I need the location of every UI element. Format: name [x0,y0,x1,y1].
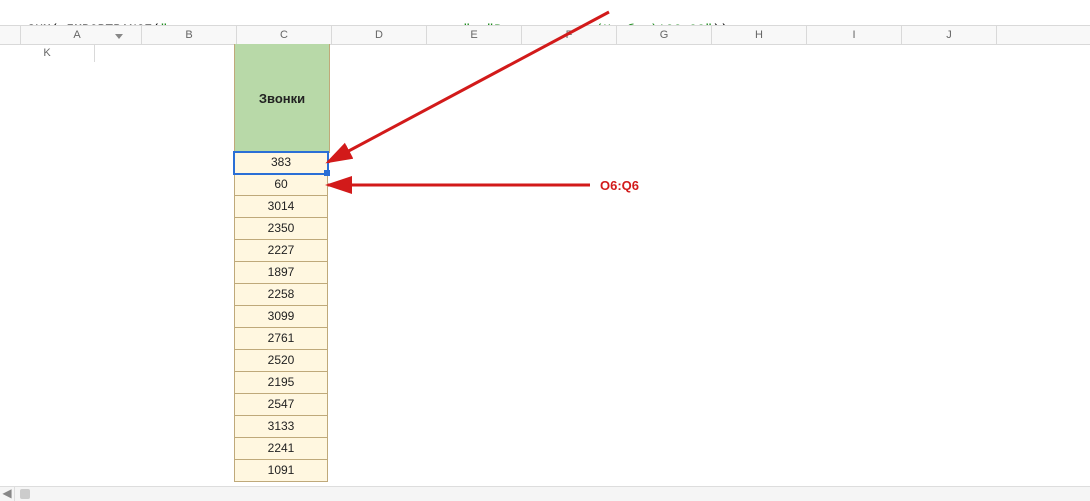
table-row[interactable]: 2258 [234,284,328,306]
table-row[interactable]: 2241 [234,438,328,460]
table-row[interactable]: 2547 [234,394,328,416]
table-row[interactable]: 3099 [234,306,328,328]
selection-handle[interactable] [324,170,330,176]
table-row[interactable]: 2195 [234,372,328,394]
column-header-e[interactable]: E [427,26,522,44]
column-header-a[interactable]: A [21,26,142,44]
table-row[interactable]: 1897 [234,262,328,284]
filter-dropdown-icon[interactable] [115,34,123,39]
data-column: 3836030142350222718972258309927612520219… [234,152,328,482]
column-header-c[interactable]: C [237,26,332,44]
table-row[interactable]: 3133 [234,416,328,438]
column-header-d[interactable]: D [332,26,427,44]
annotation-lines [0,0,1090,501]
table-row[interactable]: 2227 [234,240,328,262]
scroll-thumb[interactable] [20,489,30,499]
column-header-b[interactable]: B [142,26,237,44]
column-header-j[interactable]: J [902,26,997,44]
column-headers: ABCDEFGHIJK [0,25,1090,45]
data-column-header-label: Звонки [259,91,305,106]
column-header-i[interactable]: I [807,26,902,44]
data-column-header[interactable]: Звонки [234,44,330,153]
table-row[interactable]: 2520 [234,350,328,372]
formula-bar[interactable]: =SUM( IMPORTRANGE("", "Все контакты (Ноя… [4,3,728,21]
table-row[interactable]: 3014 [234,196,328,218]
table-row[interactable]: 2761 [234,328,328,350]
row-gutter [0,26,21,44]
column-header-f[interactable]: F [522,26,617,44]
table-row[interactable]: 383 [234,152,328,174]
scroll-left-button[interactable]: ◀ [0,487,15,501]
table-row[interactable]: 60 [234,174,328,196]
column-header-k[interactable]: K [0,44,95,62]
column-header-h[interactable]: H [712,26,807,44]
horizontal-scrollbar[interactable]: ◀ [0,486,1090,501]
table-row[interactable]: 2350 [234,218,328,240]
column-header-g[interactable]: G [617,26,712,44]
table-row[interactable]: 1091 [234,460,328,482]
annotation-label: O6:Q6 [600,178,639,193]
